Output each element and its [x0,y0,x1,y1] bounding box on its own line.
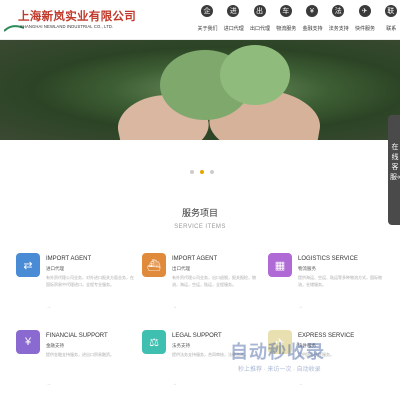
ship-icon: ⛴ [142,253,166,277]
globe-icon: ⇄ [16,253,40,277]
section-title: 服务项目 [181,208,218,218]
service-card-title: IMPORT AGENT [172,256,218,262]
service-card[interactable]: ¥ FINANCIAL SUPPORT 金融支持提供金融支持服务，进出口贸易融资。 → [16,330,134,390]
nav-item-label: 金融支持 [302,26,323,32]
service-card-subtitle: 出口代理 [172,266,190,271]
service-card[interactable]: ⛴ IMPORT AGENT 出口代理有外贸代理公司业务，出口退税，报关报检，物流，… [142,253,260,313]
service-card-title: LEGAL SUPPORT [172,333,222,339]
hero-banner [0,40,400,140]
nav-item-2[interactable]: 出出口代理 [247,0,270,40]
nav-item-label: 出口代理 [249,26,270,32]
nav-item-label: 进口代理 [223,26,244,32]
service-card-subtitle: 金融支持 [46,343,64,348]
nav-item-4[interactable]: ¥ 金融支持 [299,0,323,40]
carousel-dot[interactable] [190,170,194,174]
arrow-right-icon[interactable]: → [172,381,177,387]
company-name-cn: 上海新岚实业有限公司 [18,11,136,23]
section-subtitle: SERVICE ITEMS [174,224,226,230]
carousel-dot[interactable] [200,170,204,174]
plant-sprouts-2 [220,45,290,105]
watermark-tagline: 秒上推荐 · 来访一次 · 自动收录 [238,367,321,373]
carousel-dots [190,170,214,174]
service-card-title: LOGISTICS SERVICE [298,256,358,262]
nav-item-7[interactable]: 联联系 [378,0,400,40]
arrow-right-icon[interactable]: → [298,381,303,387]
company-name-en: SHANGHAI NEWLAND INDUSTRIAL CO., LTD. [20,24,114,29]
truck-icon: 车 [279,5,292,17]
nav-item-6[interactable]: ✈ 快件服务 [352,0,375,40]
arrow-right-icon[interactable]: → [46,381,51,387]
nav-item-label: 联系 [386,26,397,32]
online-service-label: 在线客服« [390,144,400,181]
logistics-icon: ▦ [268,253,292,277]
carousel-dot[interactable] [210,170,214,174]
company-logo[interactable]: 上海新岚实业有限公司 SHANGHAI NEWLAND INDUSTRIAL C… [4,6,136,36]
service-card-subtitle: 进口代理 [46,266,64,271]
site-header: 上海新岚实业有限公司 SHANGHAI NEWLAND INDUSTRIAL C… [0,0,400,40]
arrow-right-icon[interactable]: → [46,304,51,310]
service-card-desc: 提供金融支持服务，进出口贸易融资。 [46,352,114,357]
arrow-right-icon[interactable]: → [172,304,177,310]
nav-item-5[interactable]: 法法务支持 [325,0,349,40]
watermark-logo: 自动秒收录 [230,342,325,362]
rocket-icon: ✈ [358,5,371,17]
service-card-title: FINANCIAL SUPPORT [46,333,108,339]
money-icon: ¥ [16,330,40,354]
service-card[interactable]: ▦ LOGISTICS SERVICE 物流服务提供海运、空运、陆运等多种物流方式，… [268,253,386,313]
nav-item-label: 物流服务 [276,26,297,32]
nav-item-label: 法务支持 [328,26,349,32]
nav-item-3[interactable]: 车物流服务 [273,0,296,40]
watermark: 自动秒收录 秒上推荐 · 来访一次 · 自动收录 [228,336,398,376]
gavel-icon: 法 [332,5,345,17]
contact-icon: 联 [384,5,397,17]
import-icon: 进 [227,5,240,17]
about-icon: 企 [201,5,213,17]
service-card-subtitle: 物流服务 [298,266,316,271]
service-card-desc: 有外贸代理公司业务，对外进口报关方面业务，在国际贸易中代理进口，全程专业服务。 [46,275,134,287]
service-card-title: IMPORT AGENT [46,256,92,262]
nav-item-label: 关于我们 [197,26,218,32]
main-nav: 企关于我们进进口代理出出口代理车物流服务 ¥ 金融支持法法务支持 ✈ 快件服务联联系 [194,0,400,40]
nav-item-label: 快件服务 [354,26,375,32]
service-card-subtitle: 法务支持 [172,343,190,348]
service-card-desc: 有外贸代理公司业务，出口退税，报关报检，物流，海运，空运，陆运，全程服务。 [172,275,256,287]
service-card-desc: 提供海运、空运、陆运等多种物流方式，国际物流，仓储服务。 [298,275,382,287]
arrow-right-icon[interactable]: → [298,304,303,310]
gavel-icon: ⚖ [142,330,166,354]
nav-item-1[interactable]: 进进口代理 [220,0,244,40]
export-icon: 出 [253,5,266,17]
service-card[interactable]: ⇄ IMPORT AGENT 进口代理有外贸代理公司业务，对外进口报关方面业务，在国… [16,253,134,313]
finance-icon: ¥ [306,5,318,17]
nav-item-0[interactable]: 企关于我们 [194,0,218,40]
